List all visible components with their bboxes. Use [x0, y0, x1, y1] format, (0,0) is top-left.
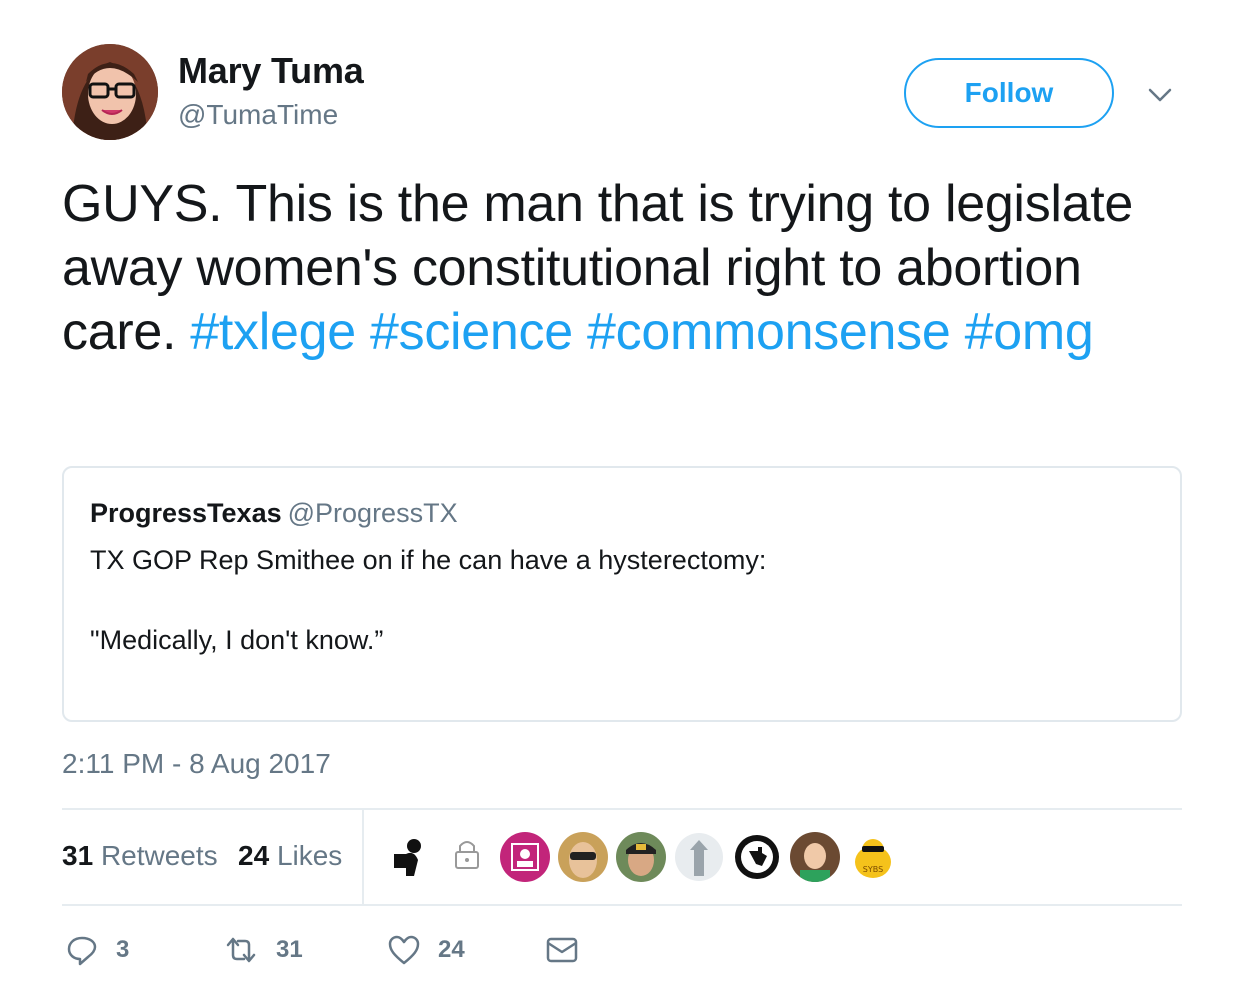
hashtag-commonsense[interactable]: #commonsense	[587, 303, 951, 361]
hashtag-omg[interactable]: #omg	[965, 303, 1094, 361]
author-handle[interactable]: @TumaTime	[178, 99, 338, 131]
author-avatar[interactable]	[62, 44, 158, 140]
envelope-icon	[546, 936, 578, 964]
hashtag-science[interactable]: #science	[370, 303, 573, 361]
retweet-button[interactable]: 31	[224, 928, 303, 972]
quoted-tweet-header: ProgressTexas @ProgressTX	[90, 498, 1154, 529]
heart-icon	[388, 935, 420, 965]
liker-avatar-7[interactable]	[732, 832, 782, 882]
follow-button[interactable]: Follow	[904, 58, 1114, 128]
reply-button[interactable]: 3	[66, 928, 129, 972]
quoted-author-name: ProgressTexas	[90, 498, 282, 528]
tweet-timestamp[interactable]: 2:11 PM - 8 Aug 2017	[62, 748, 331, 780]
retweets-count: 31	[62, 840, 94, 871]
retweet-icon	[224, 935, 258, 965]
likes-count: 24	[238, 840, 270, 871]
author-name[interactable]: Mary Tuma	[178, 50, 364, 92]
divider-bottom	[62, 904, 1182, 906]
liker-avatar-5[interactable]	[616, 832, 666, 882]
retweets-label: Retweets	[100, 840, 218, 871]
liker-avatar-1[interactable]	[384, 832, 434, 882]
quoted-tweet[interactable]: ProgressTexas @ProgressTX TX GOP Rep Smit…	[62, 466, 1182, 722]
tweet-stats: 31 Retweets 24 Likes SYBS	[62, 810, 1182, 906]
reply-icon	[66, 934, 98, 966]
chevron-down-icon[interactable]	[1144, 82, 1176, 106]
quoted-author-handle: @ProgressTX	[287, 498, 458, 528]
stats-divider	[362, 810, 364, 906]
likes-label: Likes	[276, 840, 343, 871]
quoted-tweet-text: TX GOP Rep Smithee on if he can have a h…	[90, 545, 767, 575]
liker-avatar-4[interactable]	[558, 832, 608, 882]
message-button[interactable]	[546, 928, 578, 972]
likes-stat[interactable]: 24 Likes	[238, 840, 342, 872]
tweet-header: Mary Tuma @TumaTime Follow	[62, 44, 1182, 140]
retweets-stat[interactable]: 31 Retweets	[62, 840, 218, 872]
like-count: 24	[438, 936, 465, 963]
liker-avatar-8[interactable]	[790, 832, 840, 882]
hashtag-txlege[interactable]: #txlege	[190, 303, 356, 361]
liker-avatar-3[interactable]	[500, 832, 550, 882]
tweet-actions: 3 31 24	[62, 924, 1182, 976]
liker-badge-text: SYBS	[863, 865, 883, 874]
like-button[interactable]: 24	[388, 928, 465, 972]
liker-avatar-9[interactable]: SYBS	[848, 832, 898, 882]
liker-avatar-6[interactable]	[674, 832, 724, 882]
retweet-count: 31	[276, 936, 303, 963]
reply-count: 3	[116, 936, 130, 963]
tweet-text: GUYS. This is the man that is trying to …	[62, 172, 1182, 364]
liker-avatar-2[interactable]	[442, 832, 492, 882]
quoted-tweet-text-2: "Medically, I don't know.”	[90, 625, 384, 655]
